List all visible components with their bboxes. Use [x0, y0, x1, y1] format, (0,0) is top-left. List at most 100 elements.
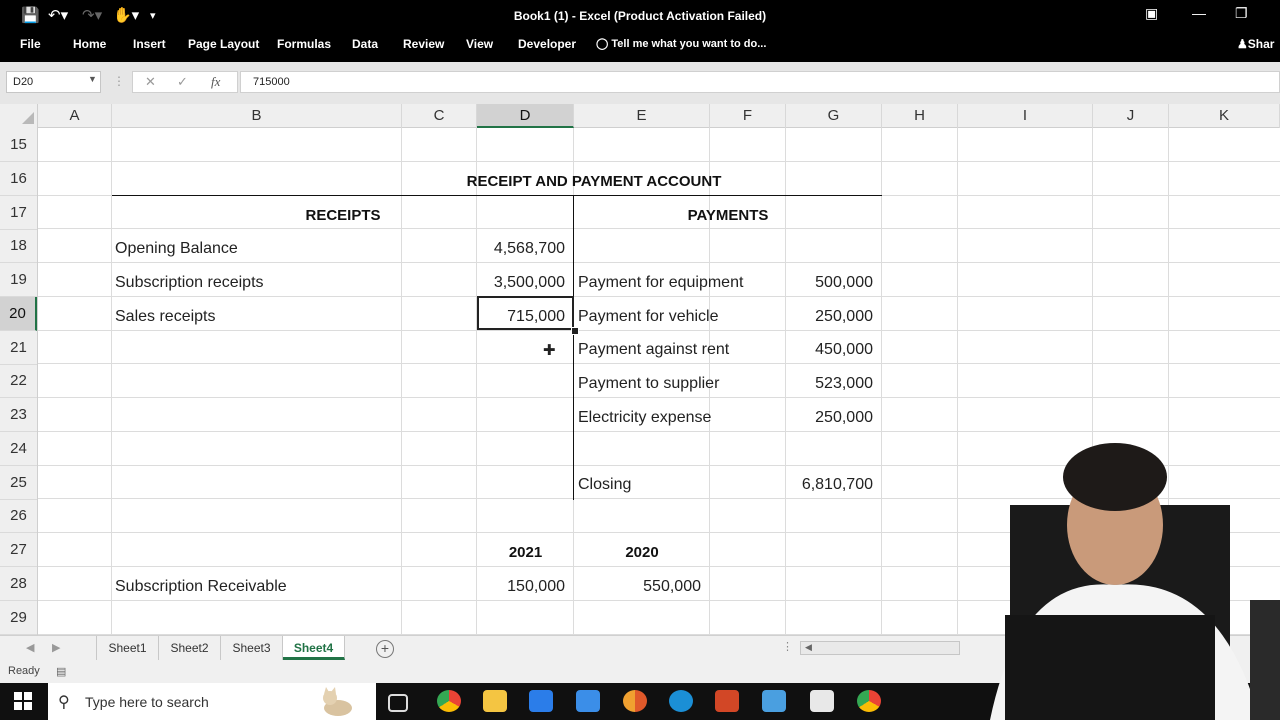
sheet-tab-sheet3[interactable]: Sheet3	[221, 636, 283, 660]
column-header-k[interactable]: K	[1169, 104, 1280, 128]
subscription-receivable-2021[interactable]: 150,000	[477, 578, 565, 596]
row-header-16[interactable]: 16	[0, 162, 37, 196]
restore-icon[interactable]: ❐	[1235, 5, 1248, 22]
cancel-icon[interactable]: ✕	[145, 74, 156, 90]
formula-input[interactable]: 715000	[240, 71, 1280, 93]
minimize-icon[interactable]: —	[1192, 5, 1206, 21]
row-header-24[interactable]: 24	[0, 432, 37, 466]
chrome-canary-icon[interactable]	[623, 690, 647, 712]
add-sheet-button[interactable]: +	[376, 640, 394, 658]
tab-file[interactable]: File	[20, 37, 41, 51]
tab-data[interactable]: Data	[352, 37, 378, 51]
payment-label[interactable]: Payment against rent	[578, 341, 729, 359]
grip-icon: ⋮	[113, 74, 125, 88]
file-explorer-icon[interactable]	[483, 690, 507, 712]
row-header-29[interactable]: 29	[0, 601, 37, 635]
name-box[interactable]: D20	[6, 71, 101, 93]
subscription-receivable-2020[interactable]: 550,000	[574, 578, 701, 596]
check-icon[interactable]: ✓	[177, 74, 188, 90]
windows-start-icon[interactable]	[14, 692, 32, 710]
active-cell-border[interactable]	[477, 296, 574, 330]
photos-icon[interactable]	[762, 690, 786, 712]
store-icon[interactable]	[529, 690, 553, 712]
tab-developer[interactable]: Developer	[518, 37, 576, 51]
column-header-b[interactable]: B	[112, 104, 402, 128]
tab-review[interactable]: Review	[403, 37, 444, 51]
closing-amount[interactable]: 6,810,700	[786, 476, 873, 494]
powerpoint-icon[interactable]	[715, 690, 739, 712]
mail-icon[interactable]	[576, 690, 600, 712]
column-header-c[interactable]: C	[402, 104, 477, 128]
tab-formulas[interactable]: Formulas	[277, 37, 331, 51]
tab-page-layout[interactable]: Page Layout	[188, 37, 259, 51]
edge-icon[interactable]	[669, 690, 693, 712]
tab-splitter-icon[interactable]: ⋮	[782, 640, 793, 653]
ribbon-display-icon[interactable]: ▣	[1145, 5, 1158, 22]
receipt-label[interactable]: Sales receipts	[115, 308, 216, 326]
scroll-right-icon[interactable]: ▶	[52, 641, 60, 654]
row-header-15[interactable]: 15	[0, 128, 37, 162]
payment-amount[interactable]: 500,000	[786, 274, 873, 292]
column-header-f[interactable]: F	[710, 104, 786, 128]
fill-handle[interactable]	[571, 327, 579, 335]
chrome-icon[interactable]	[857, 690, 881, 712]
column-header-g[interactable]: G	[786, 104, 882, 128]
tab-view[interactable]: View	[466, 37, 493, 51]
window-title: Book1 (1) - Excel (Product Activation Fa…	[513, 9, 767, 23]
share-label: Shar	[1247, 37, 1275, 51]
row-header-20[interactable]: 20	[0, 297, 37, 331]
sheet-tab-sheet4[interactable]: Sheet4	[283, 636, 345, 660]
payment-amount[interactable]: 250,000	[786, 308, 873, 326]
payment-label[interactable]: Payment for vehicle	[578, 308, 719, 326]
row-header-26[interactable]: 26	[0, 499, 37, 533]
column-header-i[interactable]: I	[958, 104, 1093, 128]
payment-amount[interactable]: 450,000	[786, 341, 873, 359]
row-header-17[interactable]: 17	[0, 196, 37, 230]
row-header-19[interactable]: 19	[0, 263, 37, 297]
macro-record-icon[interactable]: ▤	[56, 665, 66, 678]
formula-buttons: ✕ ✓ fx	[132, 71, 238, 93]
payments-header: PAYMENTS	[687, 207, 769, 224]
taskbar-search-placeholder[interactable]: Type here to search	[85, 694, 209, 710]
notepad-icon[interactable]	[810, 690, 834, 712]
row-header-21[interactable]: 21	[0, 331, 37, 365]
year-2020-header[interactable]: 2020	[574, 544, 710, 561]
column-header-d[interactable]: D	[477, 104, 574, 128]
payment-label[interactable]: Payment for equipment	[578, 274, 743, 292]
share-button[interactable]: ♟Shar	[1237, 37, 1274, 51]
row-header-28[interactable]: 28	[0, 567, 37, 601]
payment-label[interactable]: Electricity expense	[578, 409, 711, 427]
row-header-18[interactable]: 18	[0, 229, 37, 263]
scroll-left-arrow-icon[interactable]: ◀	[805, 642, 812, 653]
sheet-tab-sheet1[interactable]: Sheet1	[96, 636, 159, 660]
row-header-23[interactable]: 23	[0, 398, 37, 432]
receipt-amount[interactable]: 4,568,700	[477, 240, 565, 258]
column-header-j[interactable]: J	[1093, 104, 1169, 128]
tell-me-label: Tell me what you want to do...	[611, 38, 767, 50]
column-header-h[interactable]: H	[882, 104, 958, 128]
payment-amount[interactable]: 250,000	[786, 409, 873, 427]
chevron-down-icon[interactable]: ▼	[88, 74, 97, 84]
closing-label[interactable]: Closing	[578, 476, 631, 494]
year-2021-header[interactable]: 2021	[477, 544, 574, 561]
insert-function-icon[interactable]: fx	[211, 74, 220, 90]
receipt-label[interactable]: Subscription receipts	[115, 274, 264, 292]
tab-insert[interactable]: Insert	[133, 37, 166, 51]
sheet-tab-sheet2[interactable]: Sheet2	[159, 636, 221, 660]
chrome-icon[interactable]	[437, 690, 461, 712]
scroll-left-icon[interactable]: ◀	[26, 641, 34, 654]
column-header-a[interactable]: A	[38, 104, 112, 128]
tell-me-box[interactable]: ◯ Tell me what you want to do...	[596, 37, 766, 50]
row-header-22[interactable]: 22	[0, 364, 37, 398]
task-view-icon[interactable]	[388, 694, 408, 712]
column-header-e[interactable]: E	[574, 104, 710, 128]
tab-home[interactable]: Home	[73, 37, 106, 51]
subscription-receivable-label[interactable]: Subscription Receivable	[115, 578, 287, 596]
payment-label[interactable]: Payment to supplier	[578, 375, 719, 393]
receipt-label[interactable]: Opening Balance	[115, 240, 238, 258]
row-header-25[interactable]: 25	[0, 466, 37, 500]
webcam-overlay	[990, 443, 1280, 720]
row-header-27[interactable]: 27	[0, 533, 37, 567]
receipt-amount[interactable]: 3,500,000	[477, 274, 565, 292]
payment-amount[interactable]: 523,000	[786, 375, 873, 393]
